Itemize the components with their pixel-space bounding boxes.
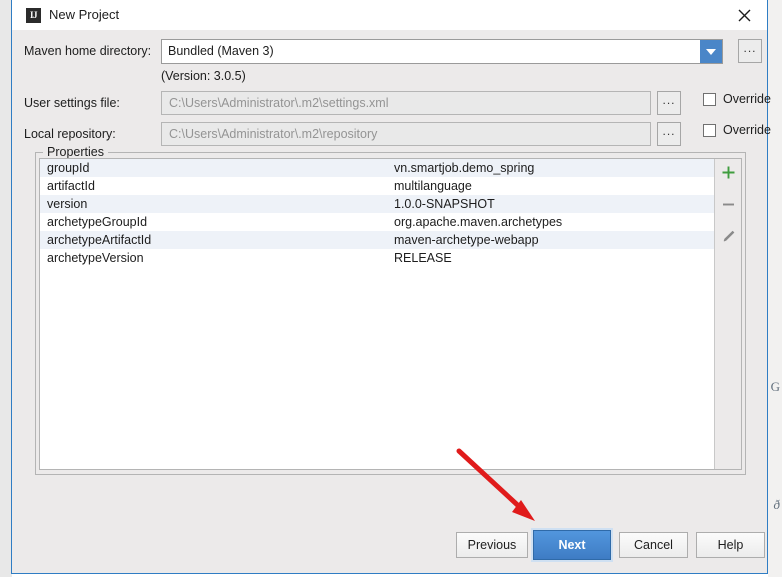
dialog-title: New Project [49,7,120,22]
table-row[interactable]: archetypeGroupId org.apache.maven.archety… [40,213,714,231]
properties-table-body: groupId vn.smartjob.demo_spring artifactId… [40,159,714,469]
edit-property-button[interactable] [719,230,737,248]
property-value: org.apache.maven.archetypes [394,215,563,229]
close-icon [738,9,751,22]
table-row[interactable]: groupId vn.smartjob.demo_spring [40,159,714,177]
maven-version-note: (Version: 3.0.5) [161,69,246,83]
local-repository-override-checkbox[interactable]: Override [703,123,771,137]
new-project-dialog: IJ New Project Maven home directory: Bun… [11,0,771,574]
property-value: maven-archetype-webapp [394,233,539,247]
property-key: archetypeVersion [47,251,144,265]
maven-home-value: Bundled (Maven 3) [168,44,274,58]
user-settings-input[interactable]: C:\Users\Administrator\.m2\settings.xml [161,91,651,115]
table-row[interactable]: version 1.0.0-SNAPSHOT [40,195,714,213]
dialog-titlebar: IJ New Project [12,0,767,30]
properties-group-title: Properties [43,145,108,159]
pencil-icon [721,229,736,249]
maven-home-dropdown-button[interactable] [700,40,722,63]
property-key: archetypeGroupId [47,215,148,229]
chevron-down-icon [706,48,716,55]
checkbox-box-icon [703,92,716,106]
user-settings-override-checkbox[interactable]: Override [703,92,771,106]
local-repository-override-label: Override [723,123,771,137]
property-value: multilanguage [394,179,472,193]
add-property-button[interactable] [719,166,737,184]
intellij-logo-icon: IJ [26,8,41,23]
property-key: version [47,197,88,211]
close-button[interactable] [721,0,767,30]
plus-icon [721,165,736,185]
property-key: groupId [47,161,90,175]
dialog-content: Maven home directory: Bundled (Maven 3) … [12,30,771,573]
background-text-bottom: ð [773,497,781,512]
property-value: 1.0.0-SNAPSHOT [394,197,495,211]
property-value: RELEASE [394,251,452,265]
screenshot-root: G ð IJ New Project Maven home directory:… [0,0,782,577]
property-key: archetypeArtifactId [47,233,152,247]
ide-background-right [768,0,782,577]
table-row[interactable]: archetypeArtifactId maven-archetype-webap… [40,231,714,249]
maven-home-browse-button[interactable]: ... [738,39,762,63]
user-settings-override-label: Override [723,92,771,106]
maven-home-combobox[interactable]: Bundled (Maven 3) [161,39,723,64]
local-repository-browse-button[interactable]: ... [657,122,681,146]
maven-home-label: Maven home directory: [24,44,152,58]
properties-toolbar [714,159,741,469]
checkbox-box-icon [703,123,716,137]
local-repository-input[interactable]: C:\Users\Administrator\.m2\repository [161,122,651,146]
minus-icon [721,197,736,217]
cancel-button[interactable]: Cancel [619,532,688,558]
previous-button[interactable]: Previous [456,532,528,558]
table-row[interactable]: artifactId multilanguage [40,177,714,195]
table-row[interactable]: archetypeVersion RELEASE [40,249,714,267]
user-settings-browse-button[interactable]: ... [657,91,681,115]
next-button[interactable]: Next [533,530,611,560]
remove-property-button[interactable] [719,198,737,216]
background-text-g: G [770,379,780,394]
property-key: artifactId [47,179,95,193]
local-repository-label: Local repository: [24,127,116,141]
properties-table: groupId vn.smartjob.demo_spring artifactId… [39,158,742,470]
help-button[interactable]: Help [696,532,765,558]
user-settings-label: User settings file: [24,96,120,110]
property-value: vn.smartjob.demo_spring [394,161,535,175]
